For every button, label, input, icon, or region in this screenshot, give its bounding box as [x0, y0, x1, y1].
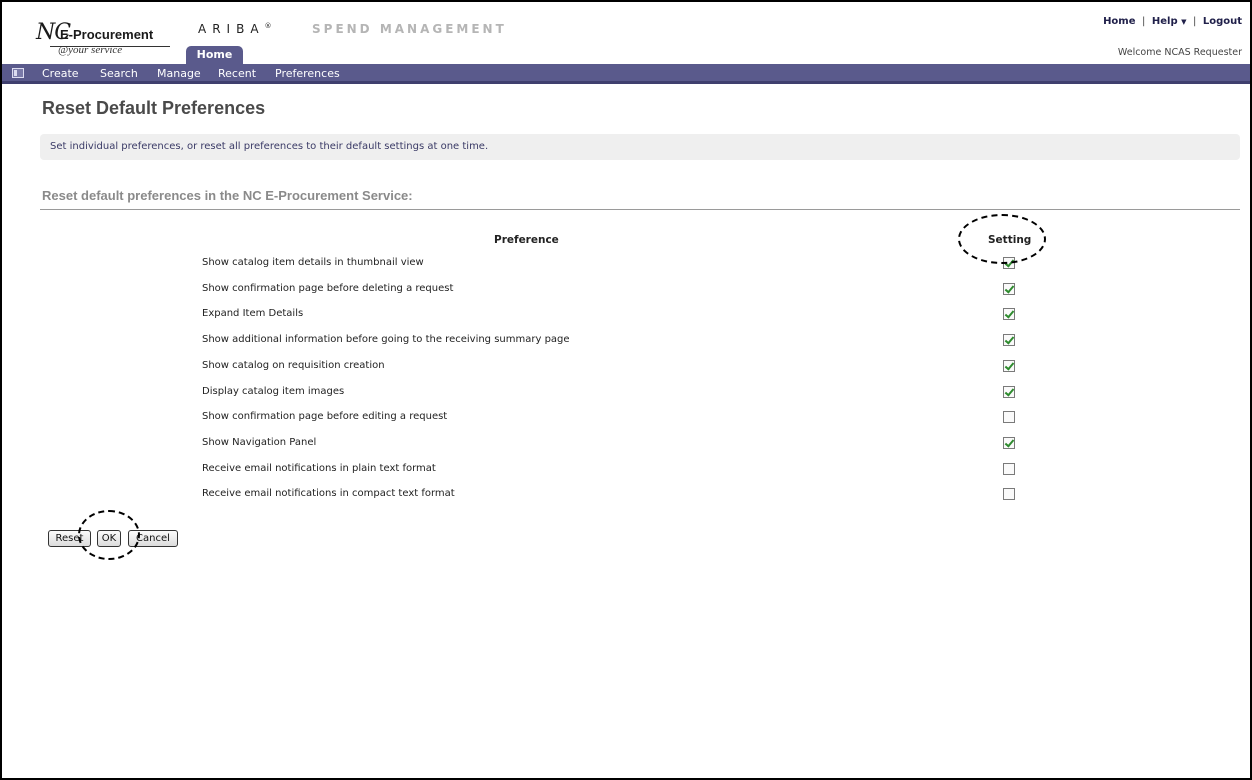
- ariba-registered-mark: ®: [264, 22, 272, 30]
- ariba-brand-text: ARIBA: [198, 22, 265, 36]
- preference-checkbox[interactable]: [1003, 411, 1015, 424]
- command-bar: Create Search Manage Recent Preferences: [2, 64, 1250, 84]
- page-title: Reset Default Preferences: [42, 98, 266, 118]
- nav-manage[interactable]: Manage: [157, 67, 201, 80]
- welcome-text: Welcome NCAS Requester: [1117, 47, 1242, 58]
- navigation-panel-toggle-icon[interactable]: [12, 68, 24, 78]
- preference-row: Show confirmation page before editing a …: [2, 411, 1250, 437]
- header: NC E-Procurement @your service ARIBA® SP…: [2, 2, 1250, 64]
- help-link[interactable]: Help: [1152, 16, 1178, 27]
- nc-eprocurement-logo[interactable]: NC E-Procurement @your service: [36, 20, 186, 64]
- home-link[interactable]: Home: [1103, 16, 1135, 27]
- logo-name: E-Procurement: [60, 27, 154, 42]
- preference-row: Receive email notifications in plain tex…: [2, 462, 1250, 489]
- preference-checkbox[interactable]: [1003, 488, 1015, 501]
- preference-checkbox[interactable]: [1003, 436, 1015, 449]
- top-links: Home | Help ▼ | Logout: [1103, 16, 1242, 27]
- preference-label: Show confirmation page before editing a …: [202, 411, 448, 423]
- column-header-preference: Preference: [494, 234, 559, 246]
- preference-checkbox[interactable]: [1003, 462, 1015, 475]
- help-dropdown-icon[interactable]: ▼: [1181, 18, 1186, 26]
- preference-row: Expand Item Details: [2, 308, 1250, 334]
- preference-label: Show confirmation page before deleting a…: [202, 282, 454, 294]
- preference-label: Show catalog on requisition creation: [202, 359, 385, 371]
- spend-management-label: SPEND MANAGEMENT: [312, 22, 507, 36]
- preference-label: Show catalog item details in thumbnail v…: [202, 257, 424, 268]
- tab-home[interactable]: Home: [186, 46, 243, 64]
- preference-row: Show additional information before going…: [2, 334, 1250, 360]
- link-separator: |: [1192, 16, 1197, 27]
- logo-tagline: @your service: [58, 44, 123, 56]
- preference-label: Receive email notifications in plain tex…: [202, 462, 436, 474]
- nav-preferences[interactable]: Preferences: [275, 67, 340, 80]
- preference-row: Display catalog item images: [2, 385, 1250, 412]
- preference-row: Receive email notifications in compact t…: [2, 488, 1250, 514]
- preference-checkbox[interactable]: [1003, 308, 1015, 321]
- annotation-circle-ok: [78, 510, 140, 560]
- preference-label: Expand Item Details: [202, 308, 304, 320]
- annotation-circle-setting: [958, 214, 1046, 264]
- preference-checkbox[interactable]: [1003, 359, 1015, 372]
- preference-label: Display catalog item images: [202, 385, 345, 397]
- preference-checkbox[interactable]: [1003, 282, 1015, 295]
- page-frame: NC E-Procurement @your service ARIBA® SP…: [0, 0, 1252, 780]
- preference-label: Show Navigation Panel: [202, 436, 317, 448]
- preference-row: Show catalog item details in thumbnail v…: [2, 257, 1250, 283]
- ariba-brand: ARIBA®: [198, 22, 272, 36]
- preference-checkbox[interactable]: [1003, 385, 1015, 398]
- link-separator: |: [1142, 16, 1146, 27]
- preference-row: Show confirmation page before deleting a…: [2, 282, 1250, 309]
- preference-row: Show catalog on requisition creation: [2, 359, 1250, 386]
- nav-recent[interactable]: Recent: [218, 67, 256, 80]
- info-message: Set individual preferences, or reset all…: [40, 134, 1240, 160]
- preference-checkbox[interactable]: [1003, 334, 1015, 347]
- nav-search[interactable]: Search: [100, 67, 138, 80]
- section-divider: [40, 209, 1240, 210]
- preference-label: Receive email notifications in compact t…: [202, 488, 455, 500]
- preference-label: Show additional information before going…: [202, 334, 570, 346]
- nav-create[interactable]: Create: [42, 67, 79, 80]
- logout-link[interactable]: Logout: [1203, 16, 1242, 27]
- section-title: Reset default preferences in the NC E-Pr…: [42, 188, 413, 203]
- preference-row: Show Navigation Panel: [2, 436, 1250, 463]
